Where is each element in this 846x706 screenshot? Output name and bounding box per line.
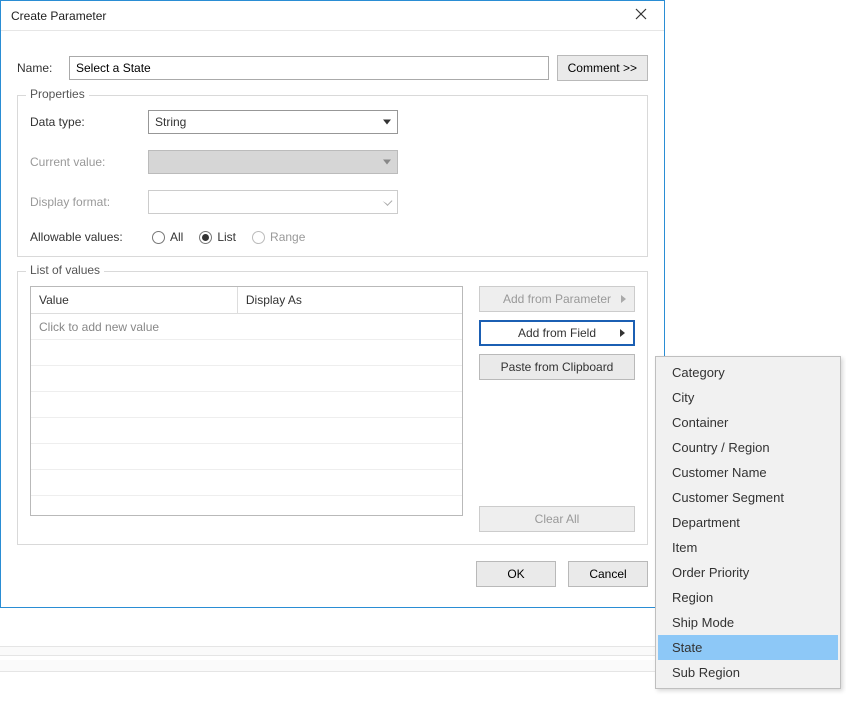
table-row[interactable] xyxy=(31,340,462,366)
radio-all[interactable]: All xyxy=(152,230,183,244)
field-menu-item[interactable]: Customer Name xyxy=(658,460,838,485)
field-menu-item[interactable]: Category xyxy=(658,360,838,385)
field-menu-item[interactable]: Region xyxy=(658,585,838,610)
display-format-combo xyxy=(148,190,398,214)
chevron-down-icon xyxy=(383,196,393,206)
arrow-right-icon xyxy=(620,329,625,337)
column-display-as: Display As xyxy=(238,287,462,314)
cancel-button[interactable]: Cancel xyxy=(568,561,648,587)
add-value-placeholder[interactable]: Click to add new value xyxy=(39,320,159,334)
caret-down-icon xyxy=(383,120,391,125)
background-strip xyxy=(0,660,665,672)
data-type-select[interactable]: String xyxy=(148,110,398,134)
values-table-body[interactable]: Click to add new value xyxy=(31,314,462,515)
table-row[interactable] xyxy=(31,444,462,470)
field-menu-item[interactable]: Item xyxy=(658,535,838,560)
table-row[interactable] xyxy=(31,366,462,392)
dialog-title: Create Parameter xyxy=(11,9,626,23)
radio-icon xyxy=(252,231,265,244)
table-row[interactable] xyxy=(31,392,462,418)
allowable-values-label: Allowable values: xyxy=(30,230,148,244)
field-menu-item[interactable]: Order Priority xyxy=(658,560,838,585)
column-value: Value xyxy=(31,287,238,314)
arrow-right-icon xyxy=(621,295,626,303)
radio-icon xyxy=(152,231,165,244)
close-icon xyxy=(635,8,647,23)
radio-range-label: Range xyxy=(270,230,305,244)
current-value-label: Current value: xyxy=(30,155,148,169)
values-table[interactable]: Value Display As Click to add new value xyxy=(30,286,463,516)
comment-button[interactable]: Comment >> xyxy=(557,55,648,81)
name-input[interactable] xyxy=(69,56,549,80)
clear-all-label: Clear All xyxy=(535,512,580,526)
paste-from-clipboard-button[interactable]: Paste from Clipboard xyxy=(479,354,635,380)
add-from-parameter-button: Add from Parameter xyxy=(479,286,635,312)
add-from-parameter-label: Add from Parameter xyxy=(503,292,611,306)
table-row[interactable] xyxy=(31,496,462,515)
paste-from-clipboard-label: Paste from Clipboard xyxy=(501,360,614,374)
properties-fieldset: Properties Data type: String Current val… xyxy=(17,95,648,257)
radio-range: Range xyxy=(252,230,305,244)
list-of-values-legend: List of values xyxy=(26,263,104,277)
field-dropdown-menu[interactable]: CategoryCityContainerCountry / RegionCus… xyxy=(655,356,841,689)
close-button[interactable] xyxy=(626,4,656,28)
radio-list-label: List xyxy=(217,230,236,244)
field-menu-item[interactable]: Customer Segment xyxy=(658,485,838,510)
background-strip xyxy=(0,646,665,656)
current-value-select xyxy=(148,150,398,174)
field-menu-item[interactable]: Container xyxy=(658,410,838,435)
field-menu-item[interactable]: City xyxy=(658,385,838,410)
field-menu-item[interactable]: Sub Region xyxy=(658,660,838,685)
radio-icon xyxy=(199,231,212,244)
properties-legend: Properties xyxy=(26,87,89,101)
data-type-value: String xyxy=(155,115,186,129)
radio-list[interactable]: List xyxy=(199,230,236,244)
name-label: Name: xyxy=(17,61,61,75)
field-menu-item[interactable]: State xyxy=(658,635,838,660)
clear-all-button: Clear All xyxy=(479,506,635,532)
display-format-label: Display format: xyxy=(30,195,148,209)
add-from-field-button[interactable]: Add from Field xyxy=(479,320,635,346)
add-from-field-label: Add from Field xyxy=(518,326,596,340)
titlebar: Create Parameter xyxy=(1,1,664,31)
create-parameter-dialog: Create Parameter Name: Comment >> Proper… xyxy=(0,0,665,608)
radio-all-label: All xyxy=(170,230,183,244)
field-menu-item[interactable]: Department xyxy=(658,510,838,535)
table-row[interactable] xyxy=(31,470,462,496)
list-of-values-fieldset: List of values Value Display As Click to… xyxy=(17,271,648,545)
data-type-label: Data type: xyxy=(30,115,148,129)
table-row[interactable] xyxy=(31,418,462,444)
field-menu-item[interactable]: Country / Region xyxy=(658,435,838,460)
caret-down-icon xyxy=(383,160,391,165)
ok-button[interactable]: OK xyxy=(476,561,556,587)
field-menu-item[interactable]: Ship Mode xyxy=(658,610,838,635)
